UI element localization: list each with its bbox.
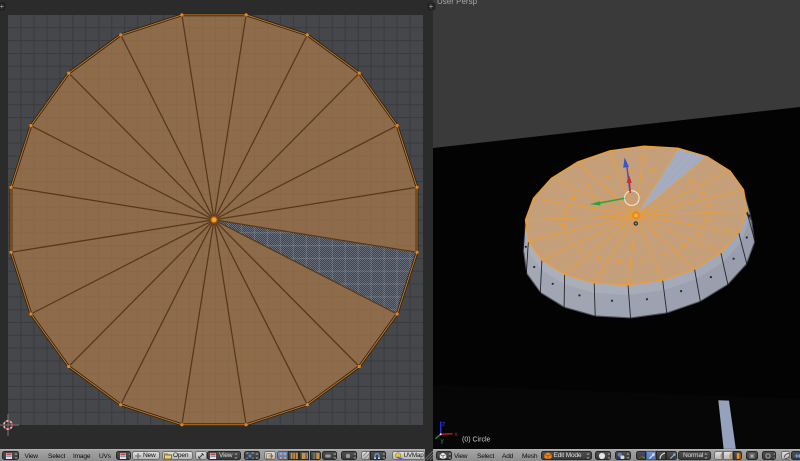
svg-text:+: + bbox=[0, 2, 4, 11]
svg-text:(0) Circle: (0) Circle bbox=[462, 437, 490, 444]
svg-text:User Persp: User Persp bbox=[437, 0, 478, 6]
svg-text:z: z bbox=[442, 421, 445, 428]
svg-text:+: + bbox=[429, 2, 434, 11]
